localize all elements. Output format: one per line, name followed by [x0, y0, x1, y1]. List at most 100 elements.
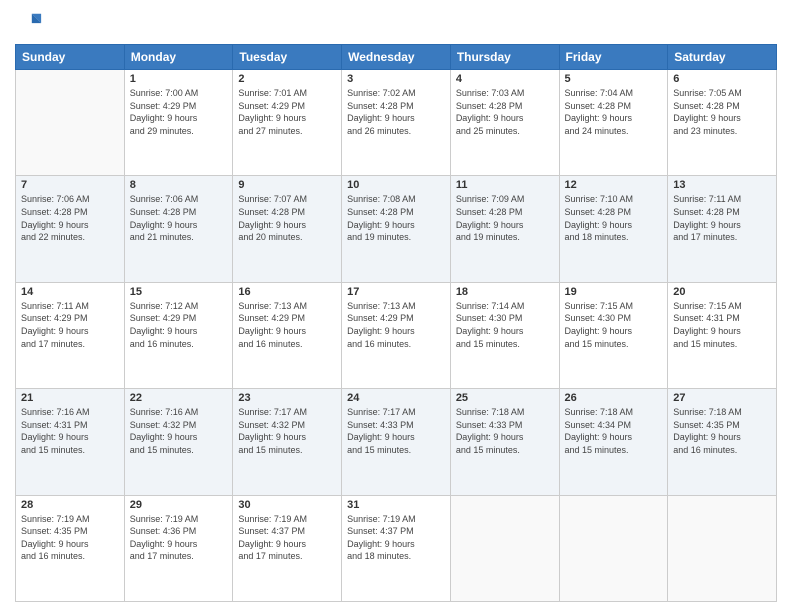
day-number: 25 [456, 392, 554, 404]
calendar-cell: 1Sunrise: 7:00 AM Sunset: 4:29 PM Daylig… [124, 70, 233, 176]
day-info: Sunrise: 7:19 AM Sunset: 4:37 PM Dayligh… [238, 513, 336, 563]
day-header-saturday: Saturday [668, 45, 777, 70]
calendar-cell: 28Sunrise: 7:19 AM Sunset: 4:35 PM Dayli… [16, 495, 125, 601]
day-number: 5 [565, 73, 663, 85]
calendar-cell [559, 495, 668, 601]
day-info: Sunrise: 7:11 AM Sunset: 4:28 PM Dayligh… [673, 193, 771, 243]
day-info: Sunrise: 7:18 AM Sunset: 4:33 PM Dayligh… [456, 406, 554, 456]
day-header-monday: Monday [124, 45, 233, 70]
day-number: 2 [238, 73, 336, 85]
day-info: Sunrise: 7:17 AM Sunset: 4:32 PM Dayligh… [238, 406, 336, 456]
day-header-tuesday: Tuesday [233, 45, 342, 70]
calendar-cell: 25 Sunrise: 7:18 AM Sunset: 4:33 PM Dayli… [450, 389, 559, 495]
calendar-cell: 19Sunrise: 7:15 AM Sunset: 4:30 PM Dayli… [559, 282, 668, 388]
logo-icon [15, 10, 43, 38]
day-header-friday: Friday [559, 45, 668, 70]
calendar-cell: 3 Sunrise: 7:02 AM Sunset: 4:28 PM Daylig… [342, 70, 451, 176]
day-number: 8 [130, 179, 228, 191]
day-number: 31 [347, 499, 445, 511]
calendar-cell: 31 Sunrise: 7:19 AM Sunset: 4:37 PM Dayli… [342, 495, 451, 601]
page: SundayMondayTuesdayWednesdayThursdayFrid… [0, 0, 792, 612]
day-info: Sunrise: 7:17 AM Sunset: 4:33 PM Dayligh… [347, 406, 445, 456]
day-number: 15 [130, 286, 228, 298]
day-info: Sunrise: 7:18 AM Sunset: 4:34 PM Dayligh… [565, 406, 663, 456]
day-number: 16 [238, 286, 336, 298]
day-number: 13 [673, 179, 771, 191]
calendar-header: SundayMondayTuesdayWednesdayThursdayFrid… [16, 45, 777, 70]
day-number: 14 [21, 286, 119, 298]
calendar-cell: 7Sunrise: 7:06 AM Sunset: 4:28 PM Daylig… [16, 176, 125, 282]
day-number: 1 [130, 73, 228, 85]
day-info: Sunrise: 7:06 AM Sunset: 4:28 PM Dayligh… [130, 193, 228, 243]
day-number: 29 [130, 499, 228, 511]
day-header-sunday: Sunday [16, 45, 125, 70]
day-number: 27 [673, 392, 771, 404]
day-info: Sunrise: 7:12 AM Sunset: 4:29 PM Dayligh… [130, 300, 228, 350]
day-info: Sunrise: 7:15 AM Sunset: 4:31 PM Dayligh… [673, 300, 771, 350]
calendar-cell: 21 Sunrise: 7:16 AM Sunset: 4:31 PM Dayli… [16, 389, 125, 495]
day-info: Sunrise: 7:09 AM Sunset: 4:28 PM Dayligh… [456, 193, 554, 243]
day-number: 18 [456, 286, 554, 298]
day-info: Sunrise: 7:19 AM Sunset: 4:37 PM Dayligh… [347, 513, 445, 563]
day-info: Sunrise: 7:15 AM Sunset: 4:30 PM Dayligh… [565, 300, 663, 350]
day-info: Sunrise: 7:02 AM Sunset: 4:28 PM Dayligh… [347, 87, 445, 137]
day-info: Sunrise: 7:10 AM Sunset: 4:28 PM Dayligh… [565, 193, 663, 243]
calendar-cell: 23 Sunrise: 7:17 AM Sunset: 4:32 PM Dayli… [233, 389, 342, 495]
day-number: 6 [673, 73, 771, 85]
calendar-cell: 10Sunrise: 7:08 AM Sunset: 4:28 PM Dayli… [342, 176, 451, 282]
calendar-week-4: 28Sunrise: 7:19 AM Sunset: 4:35 PM Dayli… [16, 495, 777, 601]
calendar-cell: 16Sunrise: 7:13 AM Sunset: 4:29 PM Dayli… [233, 282, 342, 388]
calendar-week-1: 7Sunrise: 7:06 AM Sunset: 4:28 PM Daylig… [16, 176, 777, 282]
day-info: Sunrise: 7:19 AM Sunset: 4:35 PM Dayligh… [21, 513, 119, 563]
day-info: Sunrise: 7:03 AM Sunset: 4:28 PM Dayligh… [456, 87, 554, 137]
day-number: 24 [347, 392, 445, 404]
calendar-cell: 20 Sunrise: 7:15 AM Sunset: 4:31 PM Dayli… [668, 282, 777, 388]
calendar-cell: 17Sunrise: 7:13 AM Sunset: 4:29 PM Dayli… [342, 282, 451, 388]
calendar-week-3: 21 Sunrise: 7:16 AM Sunset: 4:31 PM Dayli… [16, 389, 777, 495]
calendar-week-0: 1Sunrise: 7:00 AM Sunset: 4:29 PM Daylig… [16, 70, 777, 176]
day-info: Sunrise: 7:19 AM Sunset: 4:36 PM Dayligh… [130, 513, 228, 563]
day-info: Sunrise: 7:16 AM Sunset: 4:31 PM Dayligh… [21, 406, 119, 456]
day-number: 23 [238, 392, 336, 404]
day-info: Sunrise: 7:05 AM Sunset: 4:28 PM Dayligh… [673, 87, 771, 137]
day-info: Sunrise: 7:13 AM Sunset: 4:29 PM Dayligh… [347, 300, 445, 350]
header [15, 10, 777, 38]
day-number: 9 [238, 179, 336, 191]
calendar-cell: 29 Sunrise: 7:19 AM Sunset: 4:36 PM Dayli… [124, 495, 233, 601]
day-info: Sunrise: 7:01 AM Sunset: 4:29 PM Dayligh… [238, 87, 336, 137]
calendar-body: 1Sunrise: 7:00 AM Sunset: 4:29 PM Daylig… [16, 70, 777, 602]
calendar-cell: 6 Sunrise: 7:05 AM Sunset: 4:28 PM Daylig… [668, 70, 777, 176]
calendar-cell: 4 Sunrise: 7:03 AM Sunset: 4:28 PM Daylig… [450, 70, 559, 176]
calendar-cell: 12 Sunrise: 7:10 AM Sunset: 4:28 PM Dayli… [559, 176, 668, 282]
day-header-wednesday: Wednesday [342, 45, 451, 70]
day-number: 4 [456, 73, 554, 85]
calendar-cell [668, 495, 777, 601]
logo [15, 10, 47, 38]
calendar-cell: 24 Sunrise: 7:17 AM Sunset: 4:33 PM Dayli… [342, 389, 451, 495]
day-number: 30 [238, 499, 336, 511]
day-info: Sunrise: 7:16 AM Sunset: 4:32 PM Dayligh… [130, 406, 228, 456]
calendar-cell: 9 Sunrise: 7:07 AM Sunset: 4:28 PM Daylig… [233, 176, 342, 282]
calendar-cell: 15 Sunrise: 7:12 AM Sunset: 4:29 PM Dayli… [124, 282, 233, 388]
calendar-cell [450, 495, 559, 601]
calendar-cell: 13 Sunrise: 7:11 AM Sunset: 4:28 PM Dayli… [668, 176, 777, 282]
day-info: Sunrise: 7:07 AM Sunset: 4:28 PM Dayligh… [238, 193, 336, 243]
day-number: 3 [347, 73, 445, 85]
calendar-table: SundayMondayTuesdayWednesdayThursdayFrid… [15, 44, 777, 602]
day-info: Sunrise: 7:11 AM Sunset: 4:29 PM Dayligh… [21, 300, 119, 350]
day-info: Sunrise: 7:14 AM Sunset: 4:30 PM Dayligh… [456, 300, 554, 350]
calendar-week-2: 14 Sunrise: 7:11 AM Sunset: 4:29 PM Dayli… [16, 282, 777, 388]
day-number: 22 [130, 392, 228, 404]
day-number: 21 [21, 392, 119, 404]
day-number: 12 [565, 179, 663, 191]
day-number: 20 [673, 286, 771, 298]
calendar-cell: 8 Sunrise: 7:06 AM Sunset: 4:28 PM Daylig… [124, 176, 233, 282]
day-header-thursday: Thursday [450, 45, 559, 70]
calendar-cell: 27 Sunrise: 7:18 AM Sunset: 4:35 PM Dayli… [668, 389, 777, 495]
day-info: Sunrise: 7:18 AM Sunset: 4:35 PM Dayligh… [673, 406, 771, 456]
calendar-cell: 22 Sunrise: 7:16 AM Sunset: 4:32 PM Dayli… [124, 389, 233, 495]
day-info: Sunrise: 7:08 AM Sunset: 4:28 PM Dayligh… [347, 193, 445, 243]
calendar-cell: 30 Sunrise: 7:19 AM Sunset: 4:37 PM Dayli… [233, 495, 342, 601]
calendar-cell: 5Sunrise: 7:04 AM Sunset: 4:28 PM Daylig… [559, 70, 668, 176]
day-number: 11 [456, 179, 554, 191]
